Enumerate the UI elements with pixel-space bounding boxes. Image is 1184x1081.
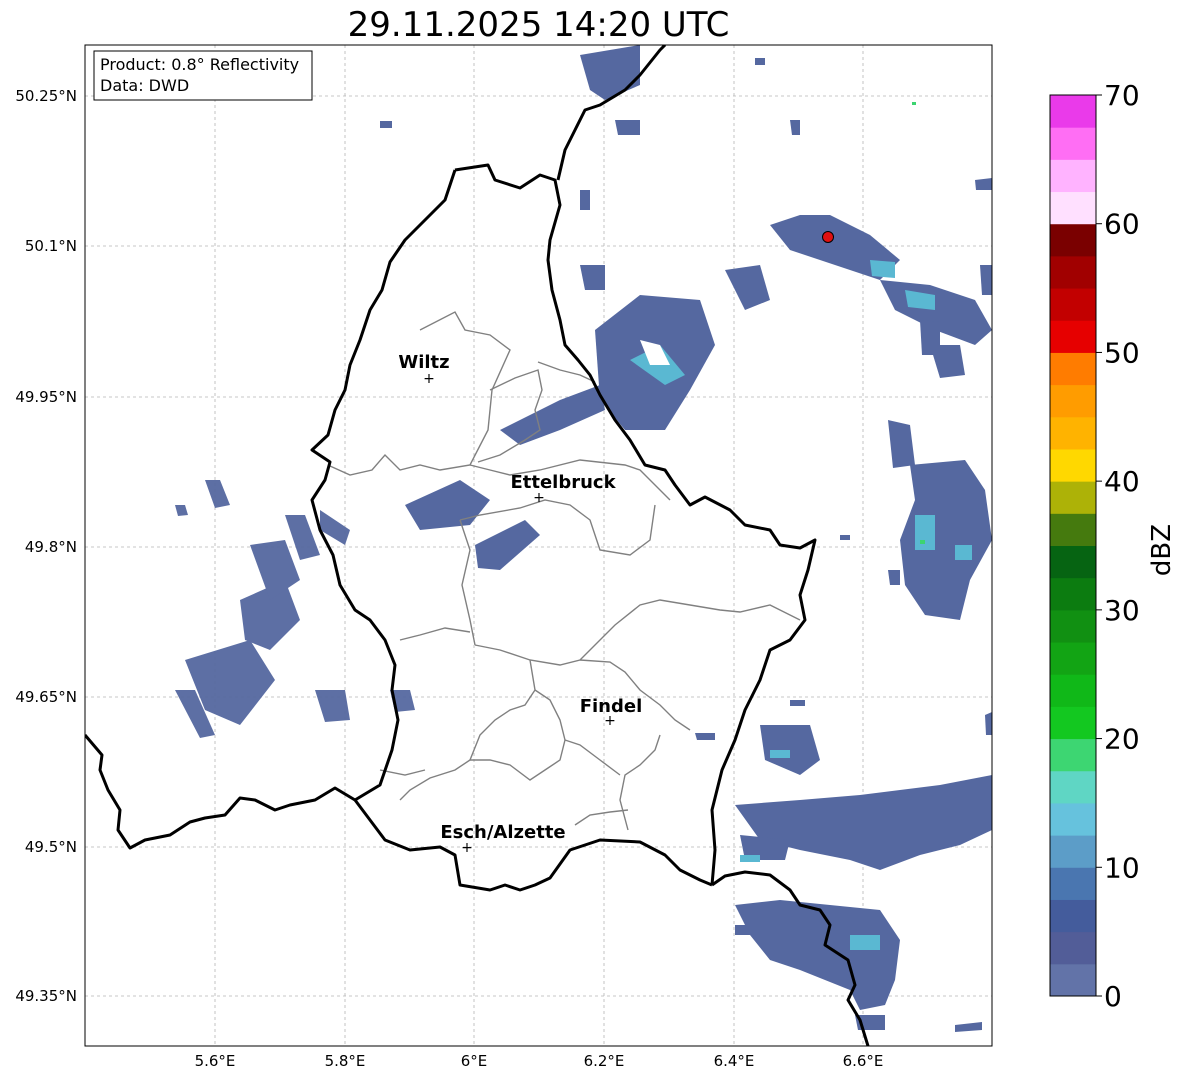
colorbar-segment <box>1050 867 1096 900</box>
colorbar-label: dBZ <box>1147 524 1177 576</box>
colorbar-segment <box>1050 416 1096 450</box>
lat-tick-label: 49.65°N <box>15 688 77 706</box>
colorbar-segment <box>1050 191 1096 225</box>
city-marker-findel: + <box>604 713 616 729</box>
colorbar-segment <box>1050 513 1096 546</box>
colorbar-segment <box>1050 288 1096 321</box>
latitude-tick-labels: 50.25°N 50.1°N 49.95°N 49.8°N 49.65°N 49… <box>15 87 77 1005</box>
colorbar-segments <box>1050 95 1096 997</box>
lat-tick-label: 50.25°N <box>15 87 77 105</box>
colorbar-segment <box>1050 674 1096 707</box>
colorbar-segment <box>1050 159 1096 193</box>
colorbar-segment <box>1050 223 1096 257</box>
plot-frame <box>84 44 993 1047</box>
radar-map: Product: 0.8° Reflectivity Data: DWD Wil… <box>15 44 993 1070</box>
radar-site-marker <box>822 231 834 243</box>
colorbar-tick-label: 20 <box>1104 723 1140 756</box>
city-label-ettelbruck: Ettelbruck <box>510 472 616 493</box>
lon-tick-label: 5.6°E <box>195 1052 236 1070</box>
colorbar-segment <box>1050 255 1096 289</box>
echo-cluster-west <box>175 480 415 738</box>
colorbar-segment <box>1050 738 1096 772</box>
info-box: Product: 0.8° Reflectivity Data: DWD <box>93 50 313 101</box>
colorbar-segment <box>1050 448 1096 482</box>
lon-tick-label: 6.6°E <box>843 1052 884 1070</box>
colorbar-segment <box>1050 481 1096 514</box>
lon-tick-label: 6.4°E <box>714 1052 755 1070</box>
colorbar-segment <box>1050 963 1096 997</box>
colorbar-ticks: 0 10 20 30 40 50 60 70 <box>1096 80 1140 1010</box>
colorbar-tick-label: 50 <box>1104 336 1140 369</box>
lat-tick-label: 49.8°N <box>25 538 77 556</box>
lat-tick-label: 49.5°N <box>25 838 77 856</box>
colorbar-segment <box>1050 545 1096 579</box>
colorbar-segment <box>1050 127 1096 160</box>
longitude-tick-labels: 5.6°E 5.8°E 6°E 6.2°E 6.4°E 6.6°E <box>195 1052 884 1070</box>
colorbar-tick-label: 70 <box>1104 80 1140 112</box>
colorbar-segment <box>1050 899 1096 933</box>
lat-tick-label: 49.95°N <box>15 388 77 406</box>
colorbar-segment <box>1050 609 1096 643</box>
colorbar-tick-label: 30 <box>1104 594 1140 627</box>
colorbar-tick-label: 60 <box>1104 208 1140 241</box>
colorbar-tick-label: 10 <box>1104 851 1140 884</box>
lat-tick-label: 49.35°N <box>15 987 77 1005</box>
colorbar-segment <box>1050 320 1096 353</box>
lon-tick-label: 6.2°E <box>584 1052 625 1070</box>
colorbar-segment <box>1050 835 1096 868</box>
city-label-esch-alzette: Esch/Alzette <box>440 822 565 843</box>
city-label-wiltz: Wiltz <box>398 352 449 373</box>
colorbar-segment <box>1050 770 1096 804</box>
city-marker-ettelbruck: + <box>533 490 545 506</box>
colorbar-segment <box>1050 642 1096 675</box>
colorbar-segment <box>1050 802 1096 836</box>
lon-tick-label: 5.8°E <box>325 1052 366 1070</box>
city-marker-wiltz: + <box>423 371 435 387</box>
colorbar-tick-label: 40 <box>1104 465 1140 498</box>
gridlines <box>85 45 992 1046</box>
info-data-source: Data: DWD <box>100 76 189 95</box>
echo-cluster-northeast <box>725 58 992 378</box>
colorbar-segment <box>1050 706 1096 740</box>
lat-tick-label: 50.1°N <box>25 237 77 255</box>
city-marker-esch-alzette: + <box>461 840 473 856</box>
colorbar-segment <box>1050 352 1096 386</box>
reflectivity-echoes <box>175 45 992 1032</box>
info-product: Product: 0.8° Reflectivity <box>100 55 299 74</box>
colorbar: 0 10 20 30 40 50 60 70 dBZ <box>1049 80 1177 1010</box>
colorbar-segment <box>1050 577 1096 611</box>
lon-tick-label: 6°E <box>461 1052 488 1070</box>
colorbar-segment <box>1050 931 1096 965</box>
colorbar-segment <box>1050 95 1096 128</box>
colorbar-segment <box>1050 384 1096 418</box>
colorbar-tick-label: 0 <box>1104 980 1122 1010</box>
echo-cluster-southeast <box>695 700 992 1032</box>
